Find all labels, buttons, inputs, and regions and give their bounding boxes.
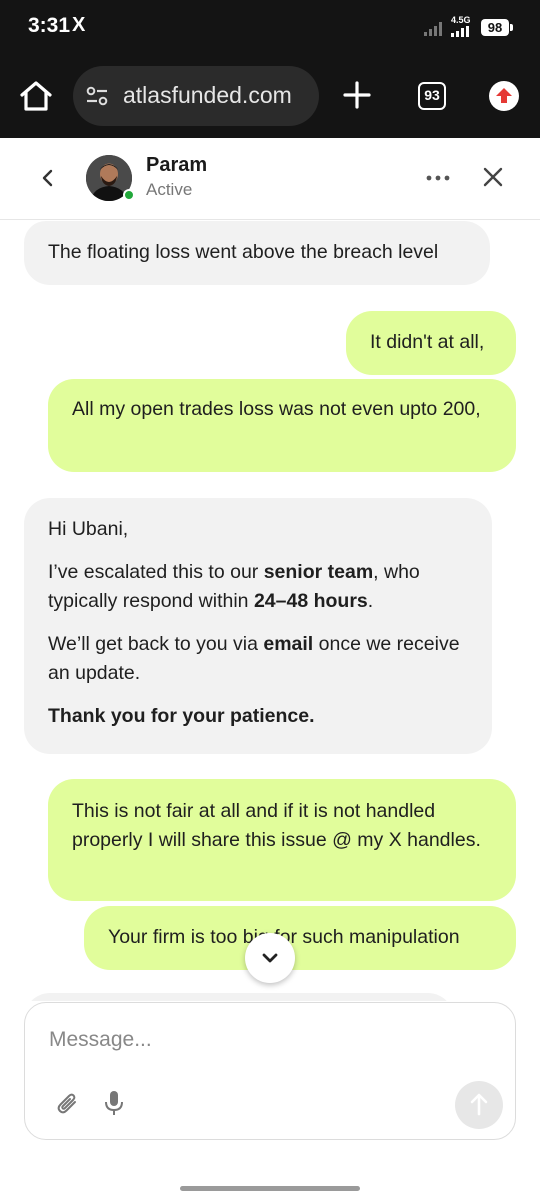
bold-text: email (263, 633, 314, 655)
plus-icon[interactable] (340, 78, 374, 112)
status-bar: 3:31 X 4.5G 98 (0, 0, 540, 56)
bold-text: 24–48 hours (253, 590, 368, 612)
user-message: It didn't at all, (346, 311, 516, 375)
message-paragraph: We’ll get back to you via email once we … (48, 630, 468, 688)
text-span: We’ll get back to you via (48, 633, 264, 655)
address-bar[interactable]: atlasfunded.com (73, 66, 319, 126)
message-text: This is not fair at all and if it is not… (72, 800, 481, 851)
agent-name: Param (146, 154, 208, 176)
agent-message: The floating loss went above the breach … (24, 221, 490, 285)
battery-icon: 98 (481, 19, 513, 36)
browser-toolbar: atlasfunded.com 93 (0, 56, 540, 138)
network-label: 4.5G (451, 15, 471, 25)
online-status-dot (123, 189, 135, 201)
status-time: 3:31 (28, 14, 71, 37)
network-indicator: 4.5G (447, 15, 475, 37)
close-icon[interactable] (482, 166, 504, 188)
agent-message: Hi Ubani, I’ve escalated this to our sen… (24, 498, 492, 754)
message-text: The floating loss went above the breach … (48, 241, 439, 263)
user-message: This is not fair at all and if it is not… (48, 779, 516, 901)
paperclip-icon[interactable] (55, 1091, 81, 1117)
message-list[interactable]: The floating loss went above the breach … (0, 221, 540, 1001)
url-text[interactable]: atlasfunded.com (123, 82, 292, 109)
message-paragraph: I’ve escalated this to our senior team, … (48, 558, 468, 616)
scroll-to-bottom-button[interactable] (245, 933, 295, 983)
home-indicator[interactable] (180, 1186, 360, 1191)
send-button[interactable] (455, 1081, 503, 1129)
chevron-left-icon[interactable] (36, 166, 60, 190)
message-input[interactable] (49, 1025, 489, 1055)
bold-text: Thank you for your patience. (48, 705, 315, 727)
message-composer (24, 1002, 516, 1140)
chevron-down-icon[interactable] (245, 933, 295, 983)
message-paragraph: Thank you for your patience. (48, 702, 468, 731)
arrow-up-icon (470, 1093, 488, 1116)
message-greeting: Hi Ubani, (48, 518, 129, 540)
agent-status: Active (146, 180, 193, 199)
signal-bars-icon (451, 26, 469, 37)
user-message: All my open trades loss was not even upt… (48, 379, 516, 472)
bold-text: senior team (263, 561, 374, 583)
text-span: . (367, 590, 374, 612)
home-icon[interactable] (18, 78, 54, 114)
text-span: I’ve escalated this to our (48, 561, 264, 583)
signal-icon (424, 22, 442, 36)
microphone-icon[interactable] (103, 1089, 125, 1117)
more-options-icon[interactable] (424, 168, 452, 188)
user-message: Your firm is too big for such manipulati… (84, 906, 516, 970)
tab-switcher-button[interactable]: 93 (418, 82, 446, 110)
chat-header: Param Active (0, 138, 540, 220)
update-arrow-icon[interactable] (489, 81, 519, 111)
x-logo-icon: X (72, 14, 86, 36)
message-text: All my open trades loss was not even upt… (72, 398, 481, 420)
message-text: It didn't at all, (370, 331, 485, 353)
agent-message (24, 993, 454, 1001)
message-text: Your firm is too big for such manipulati… (108, 926, 460, 948)
site-settings-icon[interactable] (85, 84, 109, 108)
